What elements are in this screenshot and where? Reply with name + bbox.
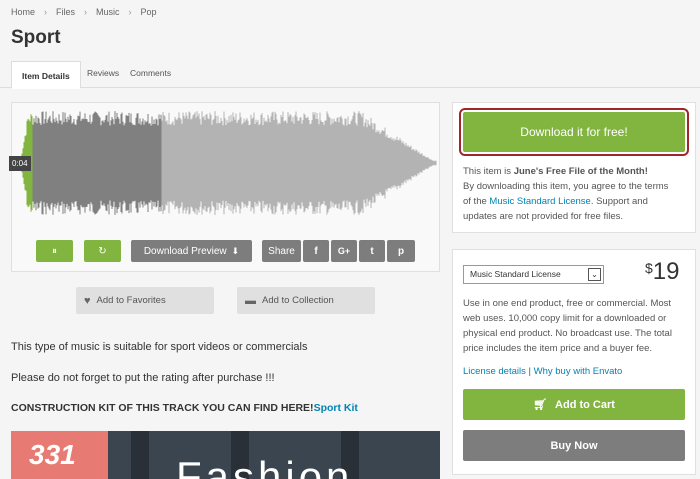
download-preview-label: Download Preview <box>143 245 227 257</box>
share-label: Share <box>268 245 295 257</box>
license-desc-line: physical end product. No broadcast use. … <box>463 328 672 339</box>
chevron-down-icon: ⌄ <box>588 268 601 281</box>
tab-comments[interactable]: Comments <box>120 61 181 88</box>
add-to-collection-button[interactable]: ▬ Add to Collection <box>237 287 375 314</box>
banner-word: Fashion <box>176 453 354 479</box>
free-info-line-4: updates are not provided for free files. <box>463 211 624 222</box>
free-text-of: of the <box>463 196 490 207</box>
license-desc-line: web uses. 10,000 copy limit for a downlo… <box>463 313 667 324</box>
description-line-2: Please do not forget to put the rating a… <box>11 372 275 384</box>
description-line-3: CONSTRUCTION KIT OF THIS TRACK YOU CAN F… <box>11 402 358 414</box>
free-text-prefix: This item is <box>463 166 514 177</box>
banner-number: 331 <box>29 439 76 470</box>
collection-label: Add to Collection <box>262 295 334 306</box>
download-icon: ⬇ <box>231 245 240 256</box>
cart-icon: 🛒︎ <box>533 399 548 411</box>
license-select[interactable]: Music Standard License ⌄ <box>463 265 604 284</box>
license-description: Use in one end product, free or commerci… <box>463 296 688 356</box>
download-preview-button[interactable]: Download Preview ⬇ <box>131 240 252 262</box>
chevron-right-icon: › <box>128 7 132 17</box>
folder-icon: ▬ <box>245 294 256 307</box>
add-to-favorites-button[interactable]: ♥ Add to Favorites <box>76 287 214 314</box>
construction-kit-text: CONSTRUCTION KIT OF THIS TRACK YOU CAN F… <box>11 402 314 414</box>
free-info-line-2: By downloading this item, you agree to t… <box>463 181 669 192</box>
twitter-share-button[interactable]: t <box>359 240 385 262</box>
free-file-info: This item is June's Free File of the Mon… <box>463 164 688 224</box>
google-plus-icon: G+ <box>337 246 351 256</box>
breadcrumb-home[interactable]: Home <box>11 7 35 17</box>
price: $19 <box>645 258 680 286</box>
breadcrumb: Home › Files › Music › Pop <box>11 7 157 17</box>
playback-time: 0:04 <box>9 156 31 171</box>
free-info-line-1: This item is June's Free File of the Mon… <box>463 164 688 179</box>
google-plus-share-button[interactable]: G+ <box>331 240 357 262</box>
restart-button[interactable]: ↻ <box>84 240 121 262</box>
free-info-line-3: of the Music Standard License. Support a… <box>463 194 688 209</box>
preview-banner-image: 331 Fashion <box>11 431 440 479</box>
license-details-link[interactable]: License details <box>463 366 526 377</box>
free-text-suffix: . Support and <box>590 196 648 207</box>
license-desc-line: Use in one end product, free or commerci… <box>463 298 672 309</box>
favorites-label: Add to Favorites <box>96 295 166 306</box>
currency-symbol: $ <box>645 260 653 276</box>
facebook-share-button[interactable]: f <box>303 240 329 262</box>
buy-now-button[interactable]: Buy Now <box>463 430 685 461</box>
license-desc-line: price includes the item price and a buye… <box>463 343 653 354</box>
download-free-button[interactable]: Download it for free! <box>459 108 689 156</box>
pause-icon: ⏸ <box>52 245 57 257</box>
heart-icon: ♥ <box>84 294 91 307</box>
pinterest-share-button[interactable]: p <box>387 240 415 262</box>
license-links: License details | Why buy with Envato <box>463 364 688 379</box>
banner-stripe <box>131 431 149 479</box>
restart-icon: ↻ <box>98 245 107 257</box>
pause-button[interactable]: ⏸ <box>36 240 73 262</box>
breadcrumb-files[interactable]: Files <box>56 7 75 17</box>
link-separator: | <box>525 366 534 377</box>
free-file-of-month: June's Free File of the Month! <box>513 166 648 177</box>
chevron-right-icon: › <box>44 7 48 17</box>
tab-bar: Item Details Reviews Comments <box>0 61 700 89</box>
add-to-cart-label: Add to Cart <box>555 398 615 411</box>
music-standard-license-link[interactable]: Music Standard License <box>489 196 590 207</box>
chevron-right-icon: › <box>84 7 88 17</box>
breadcrumb-music[interactable]: Music <box>96 7 120 17</box>
twitter-icon: t <box>370 245 374 257</box>
sport-kit-link[interactable]: Sport Kit <box>314 402 358 414</box>
waveform[interactable] <box>12 103 441 223</box>
audio-player: 0:04 ⏸ ↻ Download Preview ⬇ Share f G+ t… <box>9 102 441 272</box>
price-value: 19 <box>652 258 680 285</box>
why-buy-envato-link[interactable]: Why buy with Envato <box>534 366 623 377</box>
share-button[interactable]: Share <box>262 240 301 262</box>
description-line-1: This type of music is suitable for sport… <box>11 341 308 353</box>
breadcrumb-pop[interactable]: Pop <box>141 7 157 17</box>
add-to-cart-button[interactable]: 🛒︎ Add to Cart <box>463 389 685 420</box>
tab-item-details[interactable]: Item Details <box>11 61 81 89</box>
page-title: Sport <box>11 27 61 48</box>
facebook-icon: f <box>314 245 318 257</box>
license-select-value: Music Standard License <box>470 269 561 279</box>
pinterest-icon: p <box>397 245 405 257</box>
